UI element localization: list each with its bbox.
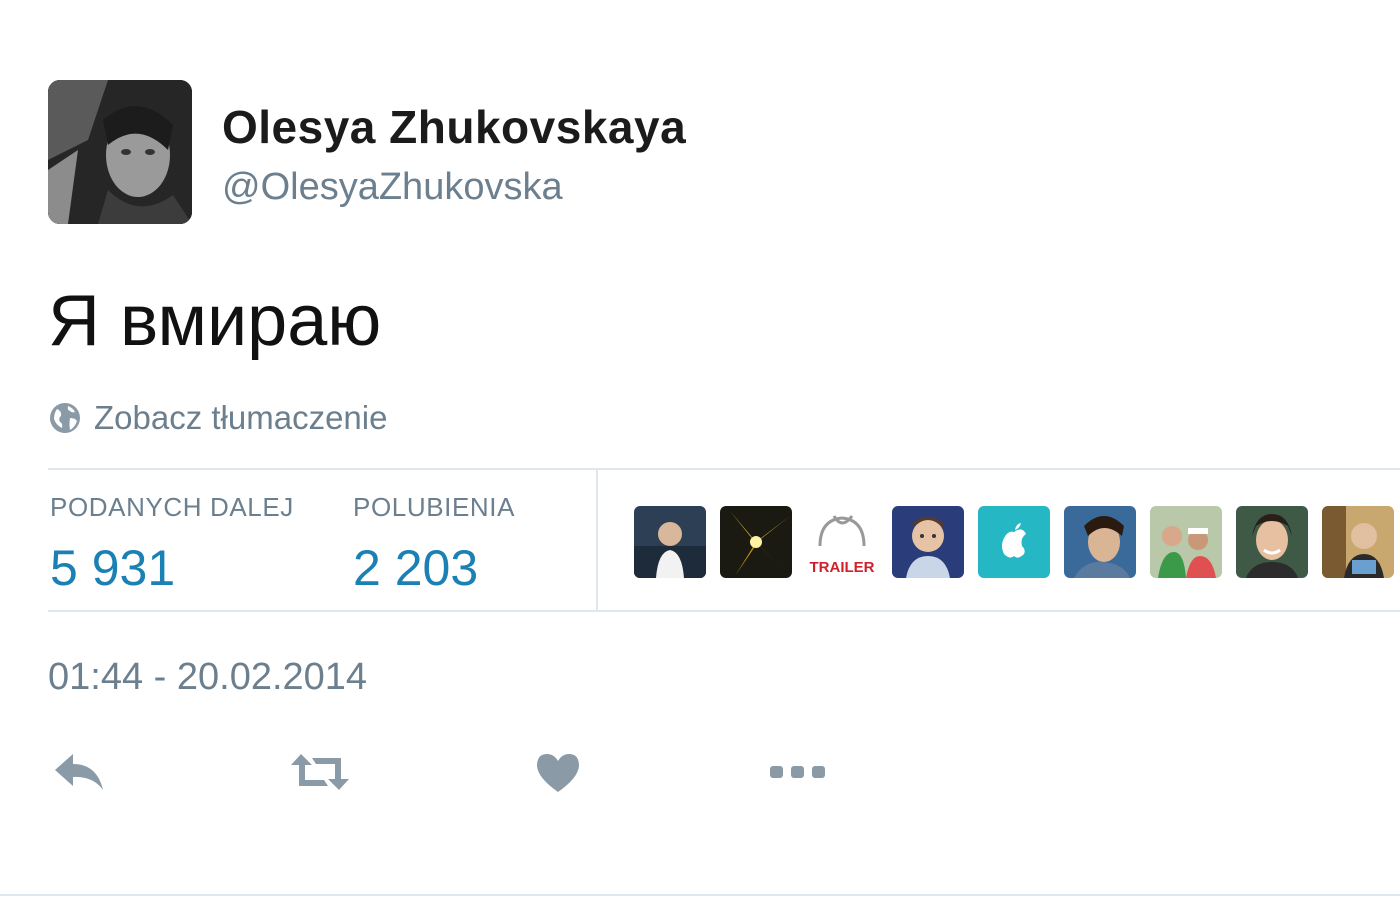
liker-avatar-8 — [1236, 506, 1308, 578]
liker-avatar[interactable] — [1322, 506, 1394, 578]
more-icon — [770, 766, 825, 778]
liker-avatar[interactable] — [1236, 506, 1308, 578]
reply-button[interactable] — [48, 740, 112, 804]
tweet-text: Я вмираю — [48, 281, 382, 361]
liker-avatar[interactable] — [720, 506, 792, 578]
liker-avatar-3: TRAILER — [806, 506, 878, 578]
bottom-divider — [0, 894, 1400, 896]
liker-avatar[interactable] — [978, 506, 1050, 578]
author-avatar[interactable] — [48, 80, 192, 224]
liker-avatar[interactable] — [1064, 506, 1136, 578]
liker-avatar-1 — [634, 506, 706, 578]
globe-icon — [50, 403, 80, 433]
more-button[interactable] — [766, 740, 830, 804]
retweet-button[interactable] — [288, 740, 352, 804]
liker-avatar[interactable] — [892, 506, 964, 578]
likers-list: TRAILER — [634, 506, 1394, 578]
liker-avatar[interactable] — [634, 506, 706, 578]
reply-icon — [55, 754, 103, 790]
svg-text:TRAILER: TRAILER — [810, 559, 875, 576]
like-button[interactable] — [526, 740, 590, 804]
stats-divider — [596, 470, 598, 610]
retweet-icon — [291, 754, 349, 790]
tweet-timestamp[interactable]: 01:44 - 20.02.2014 — [48, 656, 367, 699]
liker-avatar-4 — [892, 506, 964, 578]
liker-avatar-9 — [1322, 506, 1394, 578]
translate-link[interactable]: Zobacz tłumaczenie — [48, 398, 387, 438]
liker-avatar[interactable] — [1150, 506, 1222, 578]
likes-count: 2 203 — [353, 540, 479, 596]
retweets-count: 5 931 — [50, 540, 176, 596]
retweets-stat[interactable]: PODANYCH DALEJ 5 931 — [50, 492, 294, 597]
tweet-actions — [48, 740, 868, 804]
likes-stat[interactable]: POLUBIENIA 2 203 — [353, 492, 515, 597]
likes-label: POLUBIENIA — [353, 492, 516, 522]
translate-label: Zobacz tłumaczenie — [94, 399, 388, 436]
heart-icon — [537, 754, 579, 792]
liker-avatar-6 — [1064, 506, 1136, 578]
liker-avatar-7 — [1150, 506, 1222, 578]
liker-avatar-2 — [720, 506, 792, 578]
profile-photo — [48, 80, 192, 224]
retweets-label: PODANYCH DALEJ — [50, 492, 294, 522]
stats-bar: PODANYCH DALEJ 5 931 POLUBIENIA 2 203 TR… — [48, 468, 1400, 612]
liker-avatar-5 — [978, 506, 1050, 578]
author-handle[interactable]: @OlesyaZhukovska — [222, 166, 563, 209]
liker-avatar[interactable]: TRAILER — [806, 506, 878, 578]
author-name[interactable]: Olesya Zhukovskaya — [222, 100, 686, 154]
